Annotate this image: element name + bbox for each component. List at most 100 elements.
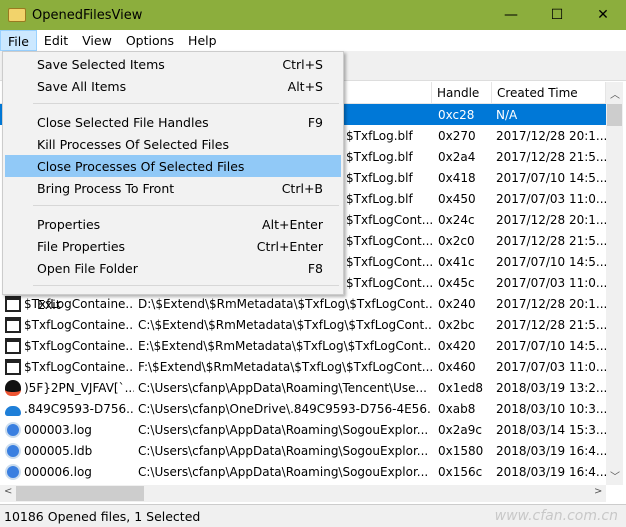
watermark: www.cfan.com.cn — [494, 508, 618, 524]
menu-item-exit[interactable]: Exit — [5, 293, 341, 315]
table-row[interactable]: 000005.ldb C:\Users\cfanp\AppData\Roamin… — [0, 440, 606, 461]
horizontal-scroll-thumb[interactable] — [16, 486, 144, 501]
cell-filename: 000005.ldb — [0, 442, 134, 459]
menu-item-label: Save Selected Items — [37, 56, 165, 72]
cell-handle: 0xc28 — [438, 107, 475, 122]
cell-handle: 0x1580 — [438, 443, 484, 458]
cell-created-time: 2018/03/10 10:3... — [496, 401, 606, 416]
horizontal-scrollbar[interactable]: < > — [0, 485, 606, 502]
menu-edit[interactable]: Edit — [37, 30, 75, 51]
file-menu-dropdown: Save Selected Items Ctrl+S Save All Items A… — [2, 51, 344, 312]
menu-item-shortcut: Alt+Enter — [262, 216, 323, 232]
menu-view[interactable]: View — [75, 30, 119, 51]
menu-file[interactable]: File — [0, 30, 37, 51]
cell-handle: 0x1ed8 — [438, 380, 484, 395]
maximize-button[interactable]: ☐ — [534, 0, 580, 30]
cell-created-time: 2017/07/10 14:5... — [496, 170, 606, 185]
menu-item-shortcut: Ctrl+B — [281, 180, 323, 196]
cell-created-time: 2018/03/14 15:3... — [496, 422, 606, 437]
cell-handle: 0x41c — [438, 254, 475, 269]
menu-item-open-file-folder[interactable]: Open File Folder F8 — [5, 257, 341, 279]
menu-item-label: Save All Items — [37, 78, 127, 94]
cell-created-time: N/A — [496, 107, 518, 122]
cell-path: C:\Users\cfanp\AppData\Roaming\Tencent\U… — [138, 380, 427, 395]
table-row[interactable]: .849C9593-D756... C:\Users\cfanp\OneDriv… — [0, 398, 606, 419]
scroll-up-icon[interactable]: ︿ — [610, 86, 620, 101]
menu-bar: File Edit View Options Help — [0, 30, 626, 51]
cell-filename: $TxfLogContaine... — [0, 316, 134, 333]
menu-item-file-properties[interactable]: File Properties Ctrl+Enter — [5, 235, 341, 257]
cell-created-time: 2017/07/10 14:5... — [496, 254, 606, 269]
cell-created-time: 2017/07/03 11:0... — [496, 275, 606, 290]
sogou-file-icon — [5, 463, 21, 480]
menu-help[interactable]: Help — [181, 30, 224, 51]
cell-created-time: 2018/03/19 13:2... — [496, 380, 606, 395]
cell-created-time: 2017/12/28 20:1... — [496, 296, 606, 311]
menu-item-label: Properties — [37, 216, 101, 232]
menu-item-label: Exit — [37, 296, 61, 312]
cell-handle: 0x156c — [438, 464, 483, 479]
vertical-scrollbar[interactable]: ︿ ﹀ — [606, 82, 623, 485]
menu-item-shortcut: Ctrl+Enter — [256, 238, 323, 254]
menu-item-bring-process-to-front[interactable]: Bring Process To Front Ctrl+B — [5, 177, 341, 199]
menu-item-kill-processes-of-selected-files[interactable]: Kill Processes Of Selected Files — [5, 133, 341, 155]
cell-filename: $TxfLogContaine... — [0, 358, 134, 375]
menu-item-save-selected-items[interactable]: Save Selected Items Ctrl+S — [5, 53, 341, 75]
scroll-left-icon[interactable]: < — [4, 486, 12, 497]
close-button[interactable]: ✕ — [580, 0, 626, 30]
cell-handle: 0x418 — [438, 170, 476, 185]
minimize-button[interactable]: — — [488, 0, 534, 30]
menu-item-label: Open File Folder — [37, 260, 138, 276]
cell-filename: 000003.log — [0, 421, 134, 438]
table-row[interactable]: )5F}2PN_VJFAV[`... C:\Users\cfanp\AppDat… — [0, 377, 606, 398]
cell-handle: 0x460 — [438, 359, 476, 374]
table-row[interactable]: 000006.log C:\Users\cfanp\AppData\Roamin… — [0, 461, 606, 482]
cell-created-time: 2018/03/19 16:4... — [496, 443, 606, 458]
menu-item-shortcut: Ctrl+S — [282, 56, 323, 72]
cell-handle: 0x2c0 — [438, 233, 475, 248]
cell-path: C:\$Extend\$RmMetadata\$TxfLog\$TxfLogCo… — [138, 317, 432, 332]
cell-handle: 0x24c — [438, 212, 475, 227]
cell-created-time: 2017/07/10 14:5... — [496, 338, 606, 353]
menu-item-label: Kill Processes Of Selected Files — [37, 136, 229, 152]
cell-created-time: 2017/12/28 21:5... — [496, 233, 606, 248]
cell-handle: 0xab8 — [438, 401, 476, 416]
scroll-right-icon[interactable]: > — [594, 486, 602, 497]
table-row[interactable]: 000003.log C:\Users\cfanp\AppData\Roamin… — [0, 419, 606, 440]
cell-filename: $TxfLogContaine... — [0, 337, 134, 354]
window-title: OpenedFilesView — [32, 7, 143, 23]
table-row[interactable]: $TxfLogContaine... C:\$Extend\$RmMetadat… — [0, 314, 606, 335]
menu-separator — [33, 285, 339, 286]
cell-handle: 0x2bc — [438, 317, 475, 332]
column-created-time[interactable]: Created Time — [492, 82, 606, 103]
table-row[interactable]: $TxfLogContaine... F:\$Extend\$RmMetadat… — [0, 356, 606, 377]
cell-filename: )5F}2PN_VJFAV[`... — [0, 379, 134, 396]
menu-item-shortcut: F8 — [307, 260, 323, 276]
vertical-scroll-thumb[interactable] — [607, 104, 622, 126]
menu-options[interactable]: Options — [119, 30, 181, 51]
cell-handle: 0x240 — [438, 296, 476, 311]
cell-path: C:\Users\cfanp\AppData\Roaming\SogouExpl… — [138, 464, 429, 479]
sogou-file-icon — [5, 421, 21, 438]
menu-item-save-all-items[interactable]: Save All Items Alt+S — [5, 75, 341, 97]
cell-path: F:\$Extend\$RmMetadata\$TxfLog\$TxfLogCo… — [138, 359, 432, 374]
menu-item-properties[interactable]: Properties Alt+Enter — [5, 213, 341, 235]
sogou-file-icon — [5, 442, 21, 459]
menu-item-close-processes-of-selected-files[interactable]: Close Processes Of Selected Files — [5, 155, 341, 177]
scroll-down-icon[interactable]: ﹀ — [610, 468, 620, 483]
cell-path: C:\Users\cfanp\AppData\Roaming\SogouExpl… — [138, 443, 429, 458]
cell-path: C:\Users\cfanp\OneDrive\.849C9593-D756-4… — [138, 401, 432, 416]
table-row[interactable]: $TxfLogContaine... E:\$Extend\$RmMetadat… — [0, 335, 606, 356]
menu-item-close-selected-file-handles[interactable]: Close Selected File Handles F9 — [5, 111, 341, 133]
column-handle[interactable]: Handle — [432, 82, 492, 103]
qq-file-icon — [5, 379, 21, 396]
cell-path: E:\$Extend\$RmMetadata\$TxfLog\$TxfLogCo… — [138, 338, 432, 353]
cell-path: C:\Users\cfanp\AppData\Roaming\SogouExpl… — [138, 422, 429, 437]
cell-created-time: 2017/12/28 21:5... — [496, 149, 606, 164]
cell-created-time: 2017/07/03 11:0... — [496, 191, 606, 206]
cell-filename: .849C9593-D756... — [0, 402, 134, 416]
window-file-icon — [5, 337, 21, 354]
cell-handle: 0x45c — [438, 275, 475, 290]
onedrive-file-icon — [5, 405, 21, 416]
cell-handle: 0x2a9c — [438, 422, 482, 437]
